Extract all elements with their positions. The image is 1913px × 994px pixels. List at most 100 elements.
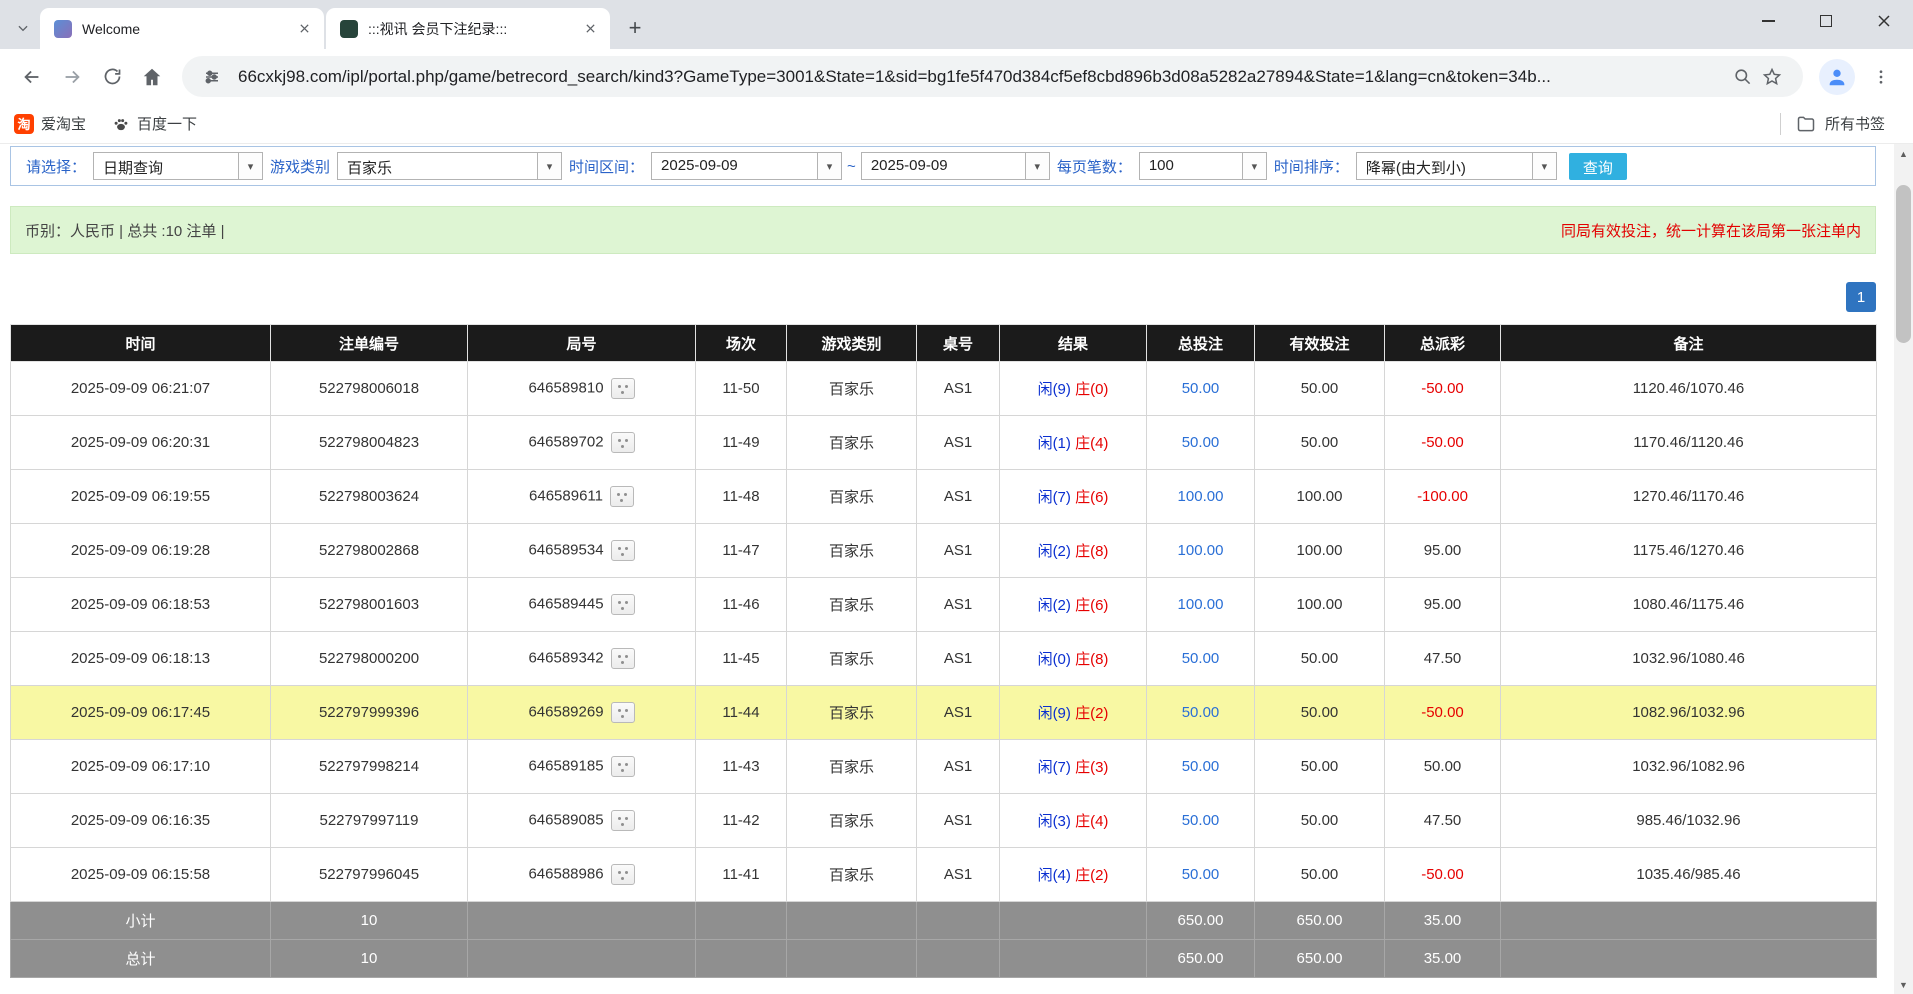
chevron-down-icon[interactable]: ▾ <box>1242 153 1266 179</box>
cell-game-type: 百家乐 <box>787 524 917 578</box>
total-bet-link[interactable]: 50.00 <box>1182 704 1220 721</box>
date-to-select[interactable]: 2025-09-09 ▾ <box>861 152 1050 180</box>
bookmark-baidu[interactable]: 百度一下 <box>112 113 197 134</box>
cell-payout: -50.00 <box>1385 362 1501 416</box>
forward-button[interactable] <box>52 57 92 97</box>
cell-time: 2025-09-09 06:18:53 <box>11 578 271 632</box>
sort-select[interactable]: 降幂(由大到小) ▾ <box>1356 152 1557 180</box>
column-header-4: 场次 <box>696 325 787 362</box>
cell-total-bet[interactable]: 100.00 <box>1147 470 1255 524</box>
cell-total-bet[interactable]: 50.00 <box>1147 686 1255 740</box>
round-number: 646589342 <box>528 649 603 666</box>
chevron-down-icon[interactable]: ▾ <box>238 153 262 179</box>
date-from-select[interactable]: 2025-09-09 ▾ <box>651 152 842 180</box>
total-bet-link[interactable]: 100.00 <box>1178 542 1224 559</box>
all-bookmarks-label: 所有书签 <box>1825 113 1885 134</box>
records-table: 时间注单编号局号场次游戏类别桌号结果总投注有效投注总派彩备注 2025-09-0… <box>10 324 1877 978</box>
table-row: 2025-09-09 06:17:10522797998214646589185… <box>11 740 1877 794</box>
profile-avatar[interactable] <box>1819 59 1855 95</box>
tab-close-icon[interactable] <box>580 19 600 39</box>
scroll-down-icon[interactable]: ▼ <box>1894 975 1913 994</box>
total-bet-link[interactable]: 50.00 <box>1182 380 1220 397</box>
query-type-select[interactable]: 日期查询 ▾ <box>93 152 263 180</box>
replay-icon[interactable] <box>610 486 634 507</box>
cell-note: 985.46/1032.96 <box>1501 794 1877 848</box>
back-button[interactable] <box>12 57 52 97</box>
zoom-icon[interactable] <box>1728 67 1757 86</box>
cell-table-number: AS1 <box>917 848 1000 902</box>
scrollbar-thumb[interactable] <box>1896 185 1911 343</box>
per-page-select[interactable]: 100 ▾ <box>1139 152 1267 180</box>
total-bet-link[interactable]: 100.00 <box>1178 596 1224 613</box>
replay-icon[interactable] <box>611 432 635 453</box>
summary-total-bet: 650.00 <box>1147 902 1255 940</box>
close-button[interactable] <box>1855 0 1913 42</box>
total-bet-link[interactable]: 50.00 <box>1182 758 1220 775</box>
cell-result: 闲(0) 庄(8) <box>1000 632 1147 686</box>
all-bookmarks[interactable]: 所有书签 <box>1780 113 1899 135</box>
maximize-button[interactable] <box>1797 0 1855 42</box>
total-bet-link[interactable]: 50.00 <box>1182 650 1220 667</box>
cell-note: 1170.46/1120.46 <box>1501 416 1877 470</box>
replay-icon[interactable] <box>611 378 635 399</box>
scroll-up-icon[interactable]: ▲ <box>1894 144 1913 163</box>
cell-session: 11-42 <box>696 794 787 848</box>
cell-total-bet[interactable]: 50.00 <box>1147 848 1255 902</box>
cell-total-bet[interactable]: 50.00 <box>1147 740 1255 794</box>
subtotal-row: 小计10650.00650.0035.00 <box>11 902 1877 940</box>
replay-icon[interactable] <box>611 864 635 885</box>
cell-valid-bet: 100.00 <box>1255 524 1385 578</box>
result-player: 闲(0) <box>1038 651 1071 668</box>
bookmark-taobao[interactable]: 淘 爱淘宝 <box>14 113 86 134</box>
address-bar[interactable]: 66cxkj98.com/ipl/portal.php/game/betreco… <box>182 56 1803 97</box>
game-type-select[interactable]: 百家乐 ▾ <box>337 152 562 180</box>
total-bet-link[interactable]: 50.00 <box>1182 866 1220 883</box>
chevron-down-icon[interactable]: ▾ <box>1025 153 1049 179</box>
menu-icon[interactable] <box>1861 57 1901 97</box>
cell-total-bet[interactable]: 50.00 <box>1147 416 1255 470</box>
new-tab-button[interactable]: + <box>618 11 652 45</box>
cell-round-number: 646589342 <box>468 632 696 686</box>
summary-table <box>917 940 1000 978</box>
chevron-down-icon[interactable]: ▾ <box>1532 153 1556 179</box>
cell-game-type: 百家乐 <box>787 578 917 632</box>
total-bet-link[interactable]: 100.00 <box>1178 488 1224 505</box>
replay-icon[interactable] <box>611 756 635 777</box>
chevron-down-icon[interactable]: ▾ <box>537 153 561 179</box>
total-bet-link[interactable]: 50.00 <box>1182 434 1220 451</box>
cell-total-bet[interactable]: 50.00 <box>1147 794 1255 848</box>
cell-total-bet[interactable]: 100.00 <box>1147 524 1255 578</box>
url-text[interactable]: 66cxkj98.com/ipl/portal.php/game/betreco… <box>238 67 1716 87</box>
site-settings-icon[interactable] <box>198 68 226 86</box>
tab-search-chevron-icon[interactable] <box>6 7 40 49</box>
replay-icon[interactable] <box>611 810 635 831</box>
reload-button[interactable] <box>92 57 132 97</box>
bookmark-label: 爱淘宝 <box>41 113 86 134</box>
tab-welcome[interactable]: Welcome <box>40 8 324 49</box>
query-button[interactable]: 查询 <box>1569 153 1627 180</box>
round-number: 646589085 <box>528 811 603 828</box>
time-range-label: 时间区间： <box>562 156 651 177</box>
replay-icon[interactable] <box>611 594 635 615</box>
cell-total-bet[interactable]: 50.00 <box>1147 362 1255 416</box>
cell-total-bet[interactable]: 100.00 <box>1147 578 1255 632</box>
replay-icon[interactable] <box>611 540 635 561</box>
tab-close-icon[interactable] <box>294 19 314 39</box>
tab-betrecord[interactable]: :::视讯 会员下注纪录::: <box>326 8 610 49</box>
result-banker: 庄(0) <box>1075 381 1108 398</box>
sort-label: 时间排序： <box>1267 156 1356 177</box>
bookmark-label: 百度一下 <box>137 113 197 134</box>
replay-icon[interactable] <box>611 648 635 669</box>
total-bet-link[interactable]: 50.00 <box>1182 812 1220 829</box>
cell-total-bet[interactable]: 50.00 <box>1147 632 1255 686</box>
home-button[interactable] <box>132 57 172 97</box>
cell-note: 1032.96/1080.46 <box>1501 632 1877 686</box>
vertical-scrollbar[interactable]: ▲ ▼ <box>1894 144 1913 994</box>
bookmark-star-icon[interactable] <box>1757 67 1787 87</box>
minimize-button[interactable] <box>1739 0 1797 42</box>
replay-icon[interactable] <box>611 702 635 723</box>
chevron-down-icon[interactable]: ▾ <box>817 153 841 179</box>
cell-round-number: 646589269 <box>468 686 696 740</box>
result-player: 闲(4) <box>1038 867 1071 884</box>
page-button-1[interactable]: 1 <box>1846 282 1876 312</box>
